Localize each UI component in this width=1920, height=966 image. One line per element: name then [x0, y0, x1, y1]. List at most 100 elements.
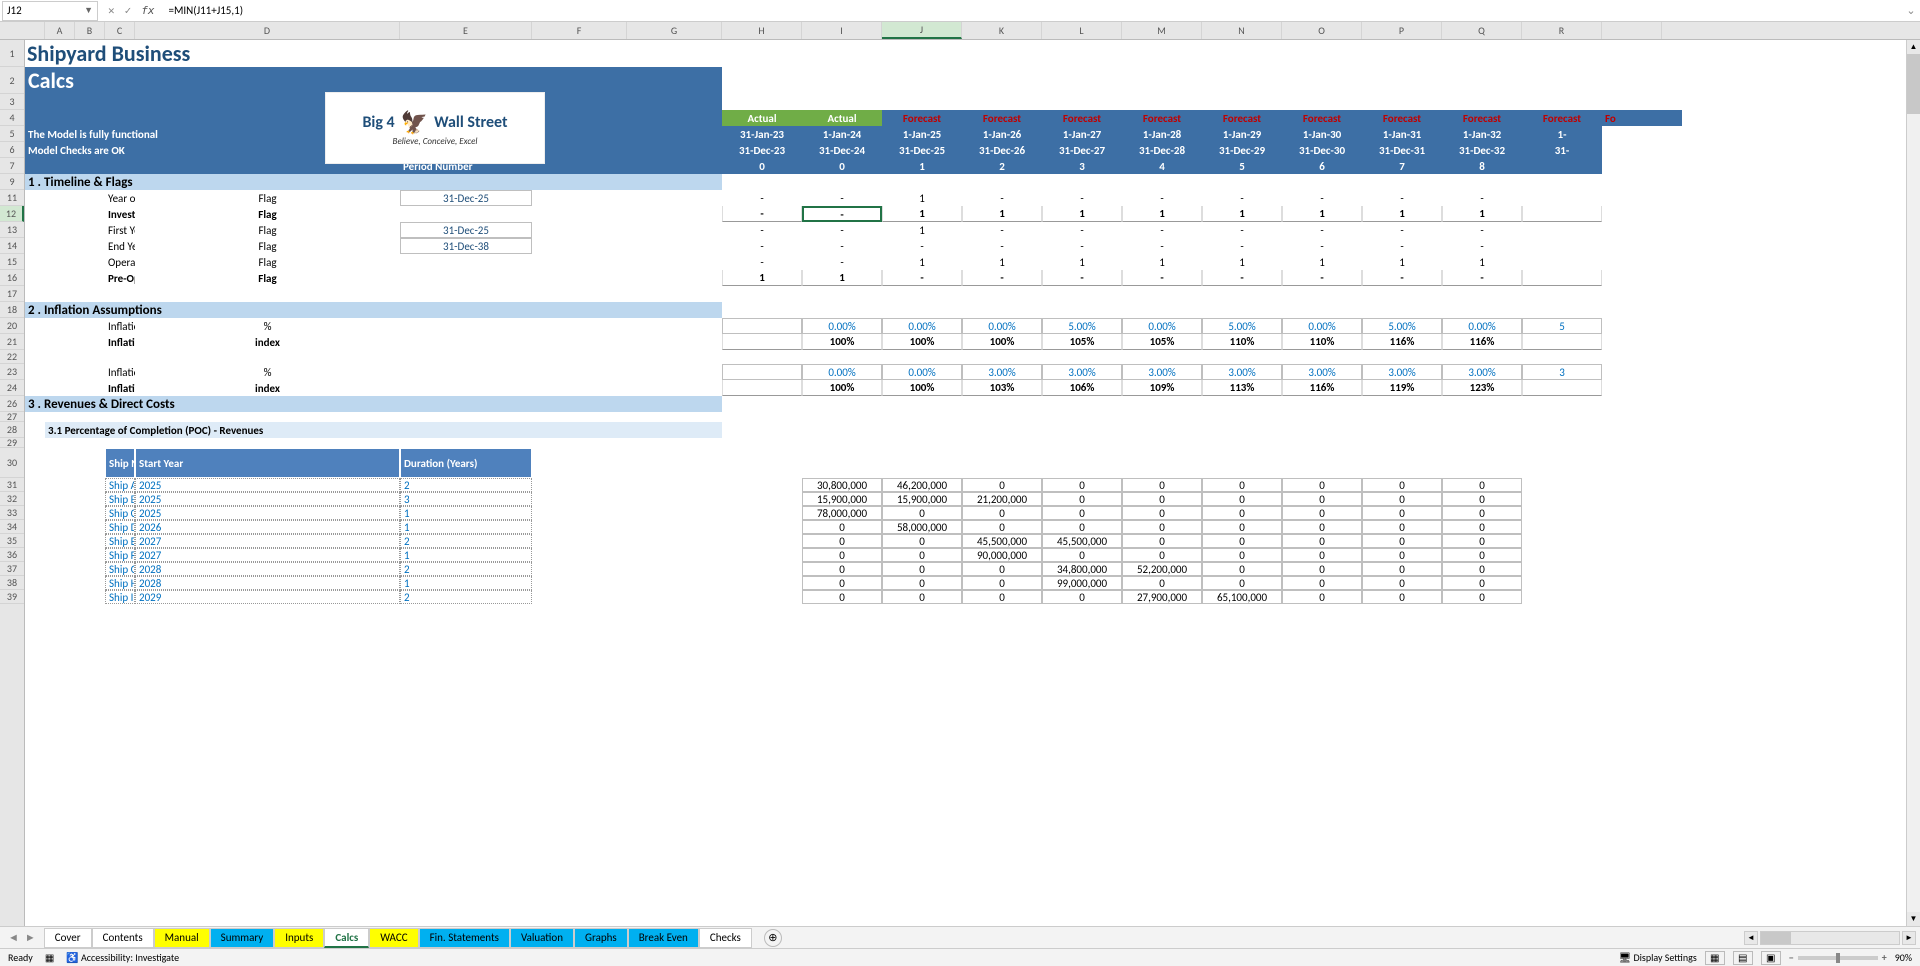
ship-val-1-6[interactable]: 0	[1282, 492, 1362, 506]
scroll-up-icon[interactable]: ▲	[1907, 40, 1920, 54]
ship-val-3-1[interactable]: 58,000,000	[882, 520, 962, 534]
col-header-H[interactable]: H	[722, 22, 802, 39]
ship-val-4-8[interactable]: 0	[1442, 534, 1522, 548]
ship-val-6-7[interactable]: 0	[1362, 562, 1442, 576]
row-header-16[interactable]: 16	[0, 270, 24, 286]
col-header-M[interactable]: M	[1122, 22, 1202, 39]
row-header-31[interactable]: 31	[0, 478, 24, 492]
flag-val-1-10[interactable]	[1522, 206, 1602, 222]
tab-fin-statements[interactable]: Fin. Statements	[419, 928, 510, 948]
inflation-val-3-10[interactable]: 3	[1522, 364, 1602, 380]
ship-val-5-8[interactable]: 0	[1442, 548, 1522, 562]
flag-val-2-7[interactable]: -	[1282, 222, 1362, 238]
row-header-12[interactable]: 12	[0, 206, 24, 222]
scroll-down-icon[interactable]: ▼	[1907, 912, 1920, 926]
inflation-val-1-6[interactable]: 110%	[1202, 334, 1282, 350]
ship-val-4-4[interactable]: 0	[1122, 534, 1202, 548]
row-header-36[interactable]: 36	[0, 548, 24, 562]
flag-val-4-4[interactable]: 1	[1042, 254, 1122, 270]
flag-val-1-2[interactable]: 1	[882, 206, 962, 222]
ship-val-0-3[interactable]: 0	[1042, 478, 1122, 492]
flag-val-1-7[interactable]: 1	[1282, 206, 1362, 222]
row-header-11[interactable]: 11	[0, 190, 24, 206]
inflation-val-0-10[interactable]: 5	[1522, 318, 1602, 334]
inflation-val-0-1[interactable]: 0.00%	[802, 318, 882, 334]
cancel-icon[interactable]: ✕	[108, 4, 115, 17]
flag-val-5-7[interactable]: -	[1282, 270, 1362, 286]
col-header-R[interactable]: R	[1522, 22, 1602, 39]
row-header-27[interactable]: 27	[0, 412, 24, 422]
hscroll-right-icon[interactable]: ►	[1902, 931, 1916, 945]
ship-val-7-1[interactable]: 0	[882, 576, 962, 590]
inflation-val-4-7[interactable]: 116%	[1282, 380, 1362, 396]
inflation-val-3-7[interactable]: 3.00%	[1282, 364, 1362, 380]
tab-cover[interactable]: Cover	[44, 928, 92, 948]
col-header-I[interactable]: I	[802, 22, 882, 39]
tab-wacc[interactable]: WACC	[369, 928, 418, 948]
inflation-val-2-0[interactable]	[722, 350, 802, 364]
ship-val-4-7[interactable]: 0	[1362, 534, 1442, 548]
row-header-6[interactable]: 6	[0, 142, 24, 158]
flag-val-4-9[interactable]: 1	[1442, 254, 1522, 270]
flag-val-0-4[interactable]: -	[1042, 190, 1122, 206]
row-header-35[interactable]: 35	[0, 534, 24, 548]
ship-val-7-2[interactable]: 0	[962, 576, 1042, 590]
flag-val-5-10[interactable]	[1522, 270, 1602, 286]
row-header-32[interactable]: 32	[0, 492, 24, 506]
ship-val-6-3[interactable]: 34,800,000	[1042, 562, 1122, 576]
row-header-14[interactable]: 14	[0, 238, 24, 254]
inflation-val-0-6[interactable]: 5.00%	[1202, 318, 1282, 334]
chevron-down-icon[interactable]: ▼	[84, 5, 93, 16]
ship-val-6-1[interactable]: 0	[882, 562, 962, 576]
fx-icon[interactable]: fx	[141, 4, 154, 17]
tab-calcs[interactable]: Calcs	[324, 928, 369, 948]
row-header-18[interactable]: 18	[0, 302, 24, 318]
flag-val-4-3[interactable]: 1	[962, 254, 1042, 270]
tab-checks[interactable]: Checks	[699, 928, 752, 948]
inflation-val-0-8[interactable]: 5.00%	[1362, 318, 1442, 334]
view-normal-icon[interactable]: ▦	[1705, 951, 1725, 965]
flag-val-3-2[interactable]: -	[882, 238, 962, 254]
row-header-4[interactable]: 4	[0, 110, 24, 126]
display-settings[interactable]: 🖥 Display Settings	[1619, 951, 1697, 964]
ship-val-2-0[interactable]: 78,000,000	[802, 506, 882, 520]
tab-first-icon[interactable]: ◄	[8, 931, 19, 944]
flag-val-5-4[interactable]: -	[1042, 270, 1122, 286]
ship-val-2-6[interactable]: 0	[1282, 506, 1362, 520]
view-layout-icon[interactable]: ▤	[1733, 951, 1753, 965]
ship-val-2-1[interactable]: 0	[882, 506, 962, 520]
tab-graphs[interactable]: Graphs	[574, 928, 628, 948]
flag-val-3-7[interactable]: -	[1282, 238, 1362, 254]
flag-val-1-3[interactable]: 1	[962, 206, 1042, 222]
ship-val-0-1[interactable]: 46,200,000	[882, 478, 962, 492]
flag-val-0-0[interactable]: -	[722, 190, 802, 206]
ship-val-1-7[interactable]: 0	[1362, 492, 1442, 506]
ship-val-8-7[interactable]: 0	[1362, 590, 1442, 604]
tab-contents[interactable]: Contents	[92, 928, 154, 948]
inflation-val-1-0[interactable]	[722, 334, 802, 350]
inflation-val-2-7[interactable]	[1282, 350, 1362, 364]
flag-val-3-8[interactable]: -	[1362, 238, 1442, 254]
ship-val-3-2[interactable]: 0	[962, 520, 1042, 534]
inflation-val-1-8[interactable]: 116%	[1362, 334, 1442, 350]
row-header-34[interactable]: 34	[0, 520, 24, 534]
row-header-9[interactable]: 9	[0, 174, 24, 190]
ship-val-4-6[interactable]: 0	[1282, 534, 1362, 548]
macro-icon[interactable]: ▦	[45, 951, 54, 964]
flag-val-2-0[interactable]: -	[722, 222, 802, 238]
flag-val-0-10[interactable]	[1522, 190, 1602, 206]
ship-val-4-5[interactable]: 0	[1202, 534, 1282, 548]
flag-val-1-8[interactable]: 1	[1362, 206, 1442, 222]
row-header-23[interactable]: 23	[0, 364, 24, 380]
row-header-5[interactable]: 5	[0, 126, 24, 142]
accessibility-label[interactable]: ♿ Accessibility: Investigate	[66, 951, 179, 964]
ship-val-6-6[interactable]: 0	[1282, 562, 1362, 576]
ship-val-0-2[interactable]: 0	[962, 478, 1042, 492]
flag-val-0-2[interactable]: 1	[882, 190, 962, 206]
col-header-Q[interactable]: Q	[1442, 22, 1522, 39]
ship-val-6-2[interactable]: 0	[962, 562, 1042, 576]
ship-val-2-8[interactable]: 0	[1442, 506, 1522, 520]
ship-val-2-2[interactable]: 0	[962, 506, 1042, 520]
inflation-val-4-5[interactable]: 109%	[1122, 380, 1202, 396]
ship-val-3-7[interactable]: 0	[1362, 520, 1442, 534]
